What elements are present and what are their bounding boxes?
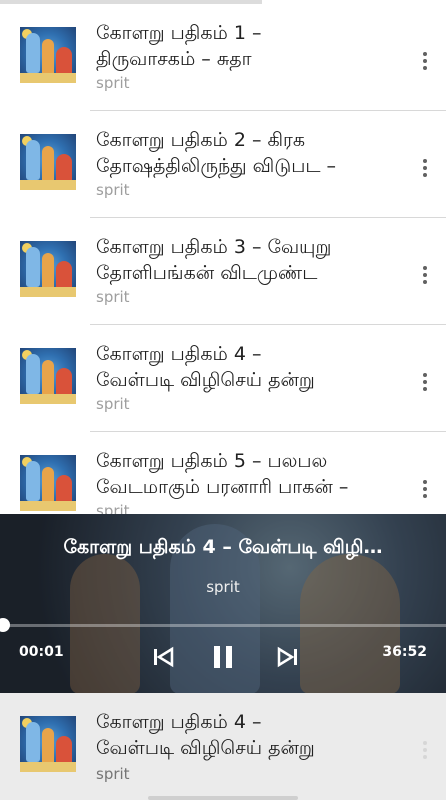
album-art xyxy=(20,455,76,511)
track-title: கோளறு பதிகம் 4 – வேள்படி விழிசெய் தன்று xyxy=(96,341,396,393)
expanded-player[interactable]: கோளறு பதிகம் 4 – வேள்படி விழி… sprit 00:… xyxy=(0,514,446,693)
track-title-line1: கோளறு பதிகம் 5 – பலபல xyxy=(96,450,328,472)
track-title-line2: தோஷத்திலிருந்து விடுபட – xyxy=(96,155,337,177)
track-list[interactable]: கோளறு பதிகம் 1 – திருவாசகம் – சுதா sprit… xyxy=(0,4,446,514)
track-title-line1: கோளறு பதிகம் 2 – கிரக xyxy=(96,129,306,151)
mini-player[interactable]: கோளறு பதிகம் 4 – வேள்படி விழிசெய் தன்று … xyxy=(0,693,446,800)
list-item[interactable]: கோளறு பதிகம் 4 – வேள்படி விழிசெய் தன்று … xyxy=(0,325,446,432)
list-item[interactable]: கோளறு பதிகம் 5 – பலபல வேடமாகும் பரனாரி ப… xyxy=(0,432,446,514)
track-title-line1: கோளறு பதிகம் 4 – xyxy=(96,343,262,365)
track-artist: sprit xyxy=(96,395,130,413)
mini-album-art xyxy=(20,716,76,772)
total-duration: 36:52 xyxy=(382,644,427,660)
track-title-line2: தோளிபங்கன் விடமுண்ட xyxy=(96,262,318,284)
track-title-line2: வேடமாகும் பரனாரி பாகன் – xyxy=(96,476,349,498)
mini-more-options-icon[interactable] xyxy=(422,741,428,761)
album-art xyxy=(20,241,76,297)
now-playing-title: கோளறு பதிகம் 4 – வேள்படி விழி… xyxy=(63,536,383,558)
mini-title-line2: வேள்படி விழிசெய் தன்று xyxy=(96,737,315,759)
mini-title-line1: கோளறு பதிகம் 4 – xyxy=(96,711,262,733)
mini-track-artist: sprit xyxy=(96,765,130,783)
track-title-line2: திருவாசகம் – சுதா xyxy=(96,48,252,70)
album-art xyxy=(20,348,76,404)
more-options-icon[interactable] xyxy=(422,373,428,393)
list-item[interactable]: கோளறு பதிகம் 1 – திருவாசகம் – சுதா sprit xyxy=(0,4,446,111)
track-artist: sprit xyxy=(96,502,130,514)
track-title-line1: கோளறு பதிகம் 3 – வேயுறு xyxy=(96,236,332,258)
track-title-line1: கோளறு பதிகம் 1 – xyxy=(96,22,262,44)
skip-previous-icon[interactable] xyxy=(148,642,178,672)
seek-bar[interactable] xyxy=(0,624,446,627)
track-title: கோளறு பதிகம் 3 – வேயுறு தோளிபங்கன் விடமு… xyxy=(96,234,396,286)
more-options-icon[interactable] xyxy=(422,266,428,286)
more-options-icon[interactable] xyxy=(422,52,428,72)
track-artist: sprit xyxy=(96,181,130,199)
skip-next-icon[interactable] xyxy=(273,642,303,672)
album-art xyxy=(20,27,76,83)
track-title: கோளறு பதிகம் 5 – பலபல வேடமாகும் பரனாரி ப… xyxy=(96,448,396,500)
more-options-icon[interactable] xyxy=(422,159,428,179)
elapsed-time: 00:01 xyxy=(19,644,64,660)
mini-track-title: கோளறு பதிகம் 4 – வேள்படி விழிசெய் தன்று xyxy=(96,709,396,761)
track-title: கோளறு பதிகம் 2 – கிரக தோஷத்திலிருந்து வி… xyxy=(96,127,396,179)
track-artist: sprit xyxy=(96,74,130,92)
more-options-icon[interactable] xyxy=(422,480,428,500)
now-playing-artist: sprit xyxy=(206,578,240,596)
track-title: கோளறு பதிகம் 1 – திருவாசகம் – சுதா xyxy=(96,20,396,72)
list-item[interactable]: கோளறு பதிகம் 2 – கிரக தோஷத்திலிருந்து வி… xyxy=(0,111,446,218)
track-title-line2: வேள்படி விழிசெய் தன்று xyxy=(96,369,315,391)
pause-icon[interactable] xyxy=(208,642,238,672)
track-artist: sprit xyxy=(96,288,130,306)
list-item[interactable]: கோளறு பதிகம் 3 – வேயுறு தோளிபங்கன் விடமு… xyxy=(0,218,446,325)
gesture-bar xyxy=(148,796,298,800)
album-art xyxy=(20,134,76,190)
